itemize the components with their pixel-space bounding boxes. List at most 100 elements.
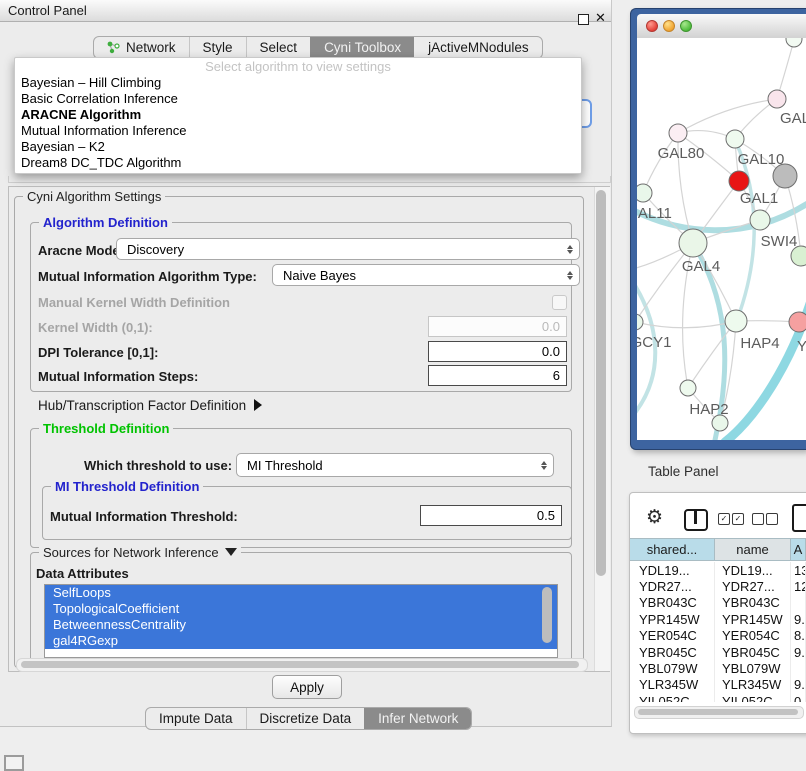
network-node-node-salmon[interactable]	[789, 312, 806, 332]
settings-vertical-scrollbar[interactable]	[596, 190, 606, 576]
tab-style[interactable]: Style	[189, 37, 246, 58]
settings-horizontal-scrollbar-track[interactable]	[16, 658, 588, 672]
table-row[interactable]: YIL052CYIL052C0.	[630, 693, 806, 702]
table-cell[interactable]: YDL19...	[715, 562, 791, 578]
table-row[interactable]: YBR043CYBR043C	[630, 595, 806, 611]
table-row[interactable]: YDL19...YDL19...13	[630, 562, 806, 578]
table-row[interactable]: YBL079WYBL079W	[630, 660, 806, 676]
table-row[interactable]: YDR27...YDR27...12	[630, 578, 806, 594]
network-node-GAL80[interactable]	[669, 124, 687, 142]
table-cell[interactable]: YIL052C	[630, 693, 715, 702]
table-cell[interactable]: YBR045C	[715, 644, 791, 660]
mi-type-combobox[interactable]: Naive Bayes	[272, 264, 580, 286]
table-cell[interactable]: YDR27...	[715, 578, 791, 594]
table-cell[interactable]: 9.	[791, 644, 806, 660]
table-row[interactable]: YER054CYER054C8.	[630, 628, 806, 644]
algorithm-menu-item[interactable]: Mutual Information Inference	[15, 123, 581, 139]
algorithm-menu-item[interactable]: Dream8 DC_TDC Algorithm	[15, 155, 581, 171]
table-cell[interactable]: 0.	[791, 693, 806, 702]
manual-kernel-checkbox[interactable]	[552, 295, 567, 310]
algorithm-menu-item[interactable]: Bayesian – K2	[15, 139, 581, 155]
tab-select[interactable]: Select	[246, 37, 311, 58]
select-all-icon[interactable]: ✓	[718, 513, 730, 525]
which-threshold-combobox[interactable]: MI Threshold	[236, 453, 554, 477]
table-body[interactable]: YDL19...YDL19...13YDR27...YDR27...12YBR0…	[630, 562, 806, 702]
dpi-tolerance-field[interactable]: 0.0	[428, 341, 567, 362]
table-cell[interactable]: YDR27...	[630, 578, 715, 594]
minimized-panel-icon[interactable]	[4, 755, 24, 771]
table-cell[interactable]: 9.	[791, 611, 806, 627]
table-cell[interactable]: YLR345W	[715, 677, 791, 693]
mi-threshold-field[interactable]: 0.5	[420, 505, 562, 526]
sources-group-title[interactable]: Sources for Network Inference	[39, 545, 241, 560]
tab-impute-data[interactable]: Impute Data	[146, 708, 246, 729]
algorithm-menu-item[interactable]: Bayesian – Hill Climbing	[15, 75, 581, 91]
apply-button[interactable]: Apply	[272, 675, 342, 699]
table-cell[interactable]	[791, 660, 806, 676]
settings-horizontal-scrollbar[interactable]	[21, 661, 579, 668]
aracne-mode-combobox[interactable]: Discovery	[116, 238, 580, 260]
tab-jactivemnodules[interactable]: jActiveMNodules	[414, 37, 542, 58]
network-node-GCY1[interactable]	[637, 314, 643, 330]
table-horizontal-scrollbar[interactable]	[638, 709, 798, 715]
tab-network[interactable]: Network	[94, 37, 189, 58]
attribute-list-item[interactable]: TopologicalCoefficient	[45, 601, 557, 617]
table-horizontal-scrollbar-track[interactable]	[634, 706, 804, 719]
deselect-all-icon[interactable]	[752, 513, 764, 525]
table-cell[interactable]: YBR043C	[630, 595, 715, 611]
column-header-partial[interactable]: A	[791, 539, 806, 560]
table-cell[interactable]: YPR145W	[715, 611, 791, 627]
float-window-icon[interactable]	[578, 14, 589, 25]
tab-infer-network[interactable]: Infer Network	[364, 708, 471, 729]
table-cell[interactable]: YBL079W	[630, 660, 715, 676]
select-all-icon[interactable]: ✓	[732, 513, 744, 525]
algorithm-menu-item[interactable]: ARACNE Algorithm	[15, 107, 581, 123]
table-cell[interactable]: 8.	[791, 628, 806, 644]
network-node-HAP4[interactable]	[725, 310, 747, 332]
network-window-titlebar[interactable]	[637, 14, 806, 39]
zoom-traffic-light-icon[interactable]	[680, 20, 692, 32]
network-node-node-top-edge[interactable]	[786, 38, 802, 47]
close-icon[interactable]: ✕	[595, 11, 606, 26]
hub-definition-expander[interactable]: Hub/Transcription Factor Definition	[38, 398, 262, 413]
tab-discretize-data[interactable]: Discretize Data	[246, 708, 365, 729]
network-edge[interactable]	[678, 99, 777, 133]
table-cell[interactable]: 13	[791, 562, 806, 578]
table-row[interactable]: YBR045CYBR045C9.	[630, 644, 806, 660]
network-node-HAP2[interactable]	[680, 380, 696, 396]
table-cell[interactable]: YPR145W	[630, 611, 715, 627]
table-row[interactable]: YLR345WYLR345W9.	[630, 677, 806, 693]
mi-steps-field[interactable]: 6	[428, 365, 567, 386]
table-cell[interactable]: 12	[791, 578, 806, 594]
table-cell[interactable]: YDL19...	[630, 562, 715, 578]
table-row[interactable]: YPR145WYPR145W9.	[630, 611, 806, 627]
attribute-list-item[interactable]: SelfLoops	[45, 585, 557, 601]
gear-icon[interactable]: ⚙	[646, 506, 663, 528]
table-cell[interactable]: 9.	[791, 677, 806, 693]
tab-cyni-toolbox[interactable]: Cyni Toolbox	[310, 37, 414, 58]
kernel-width-field[interactable]: 0.0	[428, 316, 567, 337]
table-cell[interactable]: YLR345W	[630, 677, 715, 693]
close-traffic-light-icon[interactable]	[646, 20, 658, 32]
network-node-SWI4[interactable]	[750, 210, 770, 230]
attributes-list-scrollbar[interactable]	[542, 587, 552, 643]
attribute-list-item[interactable]: BetweennessCentrality	[45, 617, 557, 633]
minimize-traffic-light-icon[interactable]	[663, 20, 675, 32]
network-node-node-top-right-pink[interactable]	[768, 90, 786, 108]
table-cell[interactable]: YBR045C	[630, 644, 715, 660]
table-cell[interactable]: YER054C	[715, 628, 791, 644]
attribute-list-item[interactable]: gal4RGexp	[45, 633, 557, 649]
network-node-GAL11[interactable]	[637, 184, 652, 202]
table-cell[interactable]: YBL079W	[715, 660, 791, 676]
split-view-icon[interactable]	[684, 509, 708, 531]
column-header-name[interactable]: name	[715, 539, 791, 560]
table-cell[interactable]: YER054C	[630, 628, 715, 644]
data-attributes-list[interactable]: SelfLoopsTopologicalCoefficientBetweenne…	[44, 584, 558, 658]
table-cell[interactable]: YBR043C	[715, 595, 791, 611]
deselect-all-icon[interactable]	[766, 513, 778, 525]
network-edge[interactable]	[643, 133, 678, 193]
algorithm-menu-item[interactable]: Basic Correlation Inference	[15, 91, 581, 107]
network-node-GAL1[interactable]	[729, 171, 749, 191]
network-canvas[interactable]: GALGAL80GAL10GAL1GAL11SWI4GAL4GCY1HAP4YH…	[637, 38, 806, 440]
table-cell[interactable]: YIL052C	[715, 693, 791, 702]
